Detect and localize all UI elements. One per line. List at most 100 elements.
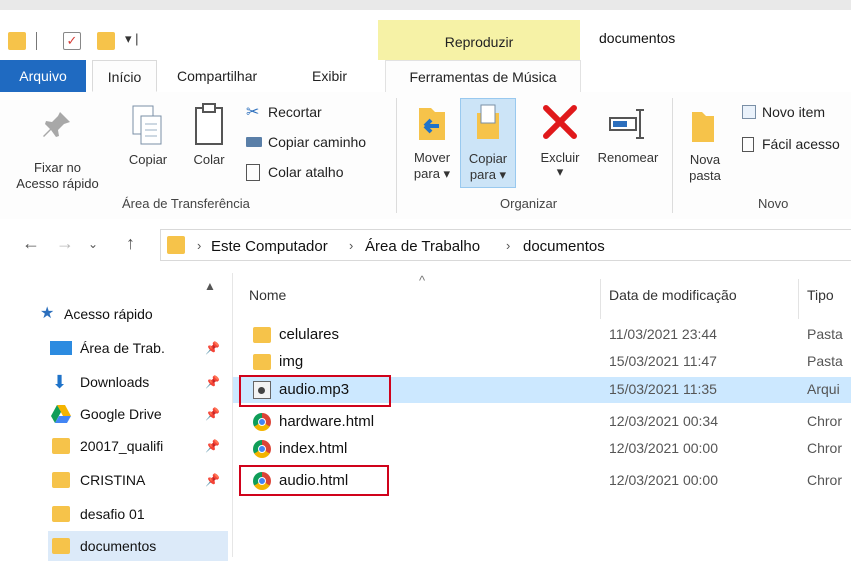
breadcrumb-area-de-trabalho[interactable]: Área de Trabalho (365, 238, 480, 255)
easy-access-button[interactable]: Fácil acesso (740, 134, 851, 156)
address-bar-area: ← → ⌄ ↑ › Este Computador › Área de Trab… (0, 219, 851, 274)
tab-arquivo[interactable]: Arquivo (0, 60, 86, 92)
desktop-icon (50, 341, 72, 355)
new-folder-label-2: pasta (689, 168, 721, 183)
breadcrumb-este-computador[interactable]: Este Computador (211, 238, 328, 255)
forward-arrow-icon[interactable]: → (56, 233, 74, 254)
new-item-label: Novo item (762, 104, 826, 120)
file-name: hardware.html (279, 413, 375, 430)
easy-access-icon (742, 137, 754, 152)
file-type: Chror (807, 413, 843, 429)
sidebar-item-label: Downloads (80, 374, 150, 390)
tab-inicio[interactable]: Início (92, 60, 157, 92)
delete-button[interactable]: Excluir ▾ (530, 100, 590, 188)
file-date: 15/03/2021 11:47 (609, 353, 717, 369)
sidebar-item-label: desafio 01 (80, 506, 145, 522)
recent-locations-chevron-icon[interactable]: ⌄ (88, 237, 98, 251)
column-separator[interactable] (600, 279, 601, 319)
download-arrow-icon: ⬇ (52, 372, 68, 392)
group-label-organize: Organizar (500, 196, 558, 211)
sort-ascending-icon: ^ (419, 273, 426, 288)
back-arrow-icon[interactable]: ← (22, 233, 40, 254)
file-name: img (279, 353, 304, 370)
table-row[interactable]: hardware.html 12/03/2021 00:34 Chror (233, 409, 851, 435)
folder-icon (52, 472, 70, 488)
sidebar-item-acesso-rapido[interactable]: ★ Acesso rápido (40, 299, 220, 329)
move-to-folder-icon (419, 108, 445, 140)
ribbon-panel: Fixar no Acesso rápido Copiar Colar ✂ Re… (0, 92, 851, 220)
table-row[interactable]: index.html 12/03/2021 00:00 Chror (233, 436, 851, 462)
folder-icon (253, 354, 271, 370)
context-tab-reproduzir[interactable]: Reproduzir (378, 20, 580, 60)
group-label-clipboard: Área de Transferência (122, 196, 250, 211)
breadcrumb-chevron-icon[interactable]: › (349, 238, 353, 253)
tab-compartilhar[interactable]: Compartilhar (177, 60, 257, 92)
rename-label: Renomear (597, 150, 659, 165)
address-box[interactable]: › Este Computador › Área de Trabalho › d… (160, 229, 851, 261)
move-to-button[interactable]: Mover para ▾ (406, 100, 458, 188)
group-label-new: Novo (758, 196, 789, 211)
column-header-type[interactable]: Tipo (807, 287, 834, 303)
properties-check-icon[interactable]: ✓ (63, 32, 81, 50)
new-folder-label: Nova (689, 152, 721, 167)
file-type: Arqui (807, 381, 840, 397)
column-separator[interactable] (798, 279, 799, 319)
file-date: 15/03/2021 11:35 (609, 381, 717, 397)
folder-icon[interactable] (8, 32, 26, 50)
annotation-highlight-box (239, 465, 389, 496)
sidebar-item-google-drive[interactable]: Google Drive 📌 (48, 399, 228, 429)
copy-to-button[interactable]: Copiar para ▾ (460, 98, 516, 188)
chrome-icon (253, 440, 271, 458)
table-row[interactable]: img 15/03/2021 11:47 Pasta (233, 349, 851, 375)
sidebar-item-20017-qualifi[interactable]: 20017_qualifi 📌 (48, 431, 228, 461)
tab-ferramentas-de-musica[interactable]: Ferramentas de Música (385, 60, 581, 92)
file-date: 12/03/2021 00:00 (609, 440, 718, 456)
delete-dropdown-icon[interactable]: ▾ (530, 164, 590, 180)
sidebar-item-cristina[interactable]: CRISTINA 📌 (48, 465, 228, 495)
move-to-label-2: para ▾ (413, 166, 451, 181)
folder-icon (52, 506, 70, 522)
copy-button[interactable]: Copiar (124, 102, 172, 182)
pin-button[interactable]: Fixar no Acesso rápido (10, 102, 105, 192)
up-arrow-icon[interactable]: ↑ (126, 233, 135, 254)
sidebar-item-label: 20017_qualifi (80, 438, 164, 454)
copy-path-button[interactable]: Copiar caminho (244, 132, 394, 154)
new-folder-button[interactable]: Nova pasta (682, 100, 732, 188)
column-header-date[interactable]: Data de modificação (609, 287, 737, 303)
breadcrumb-chevron-icon[interactable]: › (197, 238, 201, 253)
group-separator (396, 98, 397, 213)
sidebar-item-desafio-01[interactable]: desafio 01 (48, 499, 228, 529)
context-tab-label: Reproduzir (444, 34, 514, 50)
breadcrumb-chevron-icon[interactable]: › (506, 238, 510, 253)
scroll-up-icon[interactable]: ▲ (204, 279, 216, 293)
sidebar-item-downloads[interactable]: ⬇ Downloads 📌 (48, 367, 228, 397)
pin-icon: 📌 (205, 407, 220, 421)
sidebar-item-label: Acesso rápido (64, 306, 153, 322)
sidebar-item-area-de-trabalho[interactable]: Área de Trab. 📌 (48, 333, 228, 363)
file-name: index.html (279, 440, 348, 457)
new-item-button[interactable]: Novo item (740, 102, 851, 124)
new-folder-icon (692, 112, 714, 142)
group-separator (672, 98, 673, 213)
breadcrumb-documentos[interactable]: documentos (523, 238, 605, 255)
rename-button[interactable]: Renomear (592, 100, 664, 188)
file-type: Pasta (807, 326, 843, 342)
pin-icon (43, 112, 70, 137)
table-row[interactable]: celulares 11/03/2021 23:44 Pasta (233, 322, 851, 348)
new-folder-mini-icon[interactable] (97, 32, 115, 50)
new-item-icon (742, 105, 756, 119)
window-top-border (0, 0, 851, 10)
file-date: 12/03/2021 00:34 (609, 413, 718, 429)
pin-label-2: Acesso rápido (16, 176, 99, 191)
cut-button[interactable]: ✂ Recortar (244, 102, 384, 124)
copy-to-icon (477, 104, 499, 139)
paste-button[interactable]: Colar (186, 102, 232, 182)
sidebar-item-label: CRISTINA (80, 472, 146, 488)
tab-exibir[interactable]: Exibir (312, 60, 347, 92)
column-header-name[interactable]: Nome (249, 287, 286, 303)
folder-icon (253, 327, 271, 343)
customize-qat-dropdown-icon[interactable]: ▾ | (125, 31, 139, 47)
copy-icon (132, 105, 162, 145)
paste-shortcut-button[interactable]: Colar atalho (244, 162, 384, 184)
folder-icon (52, 438, 70, 454)
